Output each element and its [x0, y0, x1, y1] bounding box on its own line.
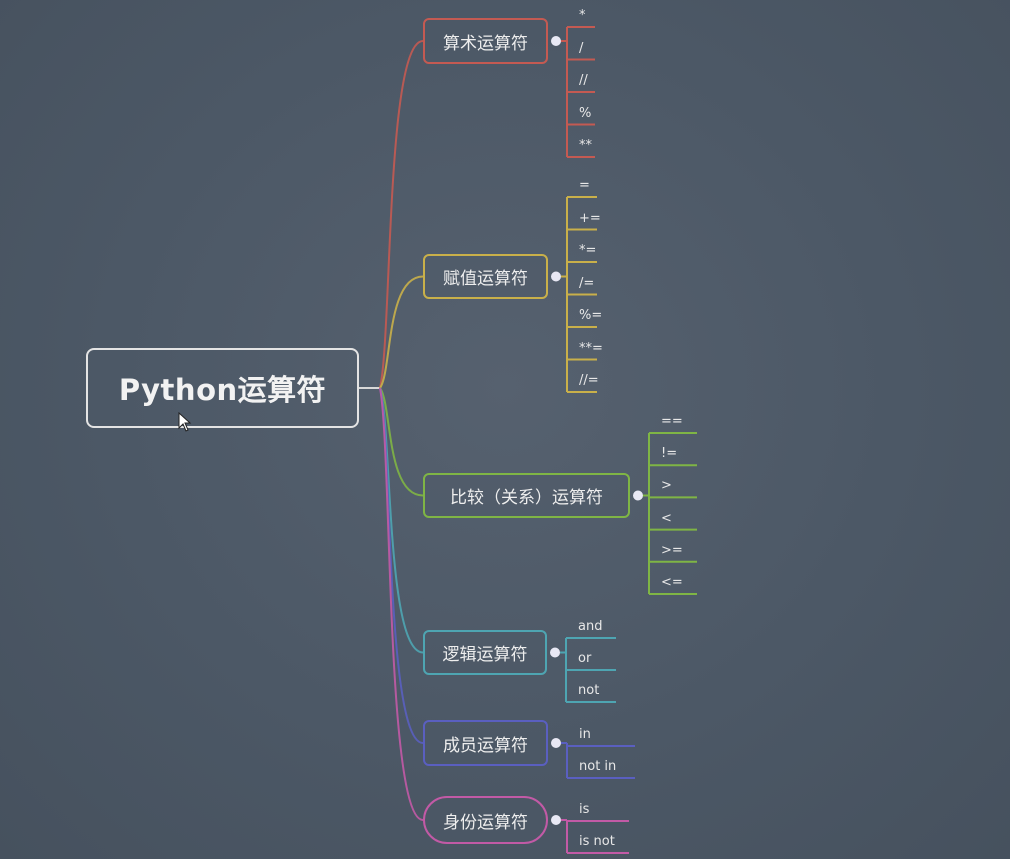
branch-node-identity[interactable]: 身份运算符 [423, 796, 548, 844]
branch-node-membership[interactable]: 成员运算符 [423, 720, 548, 766]
leaf-operator[interactable]: / [579, 41, 583, 56]
leaf-operator[interactable]: or [578, 651, 591, 666]
branch-node-label: 赋值运算符 [443, 269, 528, 289]
branch-node-label: 成员运算符 [443, 735, 528, 756]
leaf-operator[interactable]: = [579, 178, 590, 193]
leaf-operator[interactable]: % [579, 106, 591, 121]
leaf-operator[interactable]: < [661, 511, 672, 526]
branch-node-comparison[interactable]: 比较（关系）运算符 [423, 473, 630, 518]
branch-node-assignment[interactable]: 赋值运算符 [423, 254, 548, 299]
mindmap-canvas: Python运算符 算术运算符 * ///% ** 赋值运算符 = += *=/= %= **= /… [0, 0, 1010, 859]
branch-node-label: 身份运算符 [443, 812, 528, 833]
branch-node-label: 逻辑运算符 [442, 645, 528, 665]
leaf-operator[interactable]: is [579, 802, 589, 817]
branch-node-logical[interactable]: 逻辑运算符 [423, 630, 547, 675]
leaf-operator[interactable]: not [578, 683, 599, 698]
leaf-operator[interactable]: // [579, 73, 588, 88]
branch-node-label: 比较（关系）运算符 [450, 488, 603, 508]
branch-node-label: 算术运算符 [443, 33, 528, 54]
leaf-operator[interactable]: is not [579, 834, 615, 849]
leaf-operator[interactable]: //= [579, 373, 599, 388]
leaf-operator[interactable]: >= [661, 543, 683, 558]
leaf-operator[interactable]: and [578, 619, 602, 634]
leaf-operator[interactable]: *= [579, 243, 596, 258]
leaf-operator[interactable]: != [661, 446, 677, 461]
leaf-operator[interactable]: **= [579, 341, 603, 356]
root-node-python-operators[interactable]: Python运算符 [86, 348, 359, 428]
mouse-cursor-icon [178, 412, 192, 432]
leaf-operator[interactable]: not in [579, 759, 616, 774]
branch-node-arithmetic[interactable]: 算术运算符 [423, 18, 548, 64]
leaf-operator[interactable]: += [579, 211, 601, 226]
leaf-operator[interactable]: in [579, 727, 591, 742]
leaf-operator[interactable]: ** [579, 138, 592, 153]
leaf-operator[interactable]: %= [579, 308, 602, 323]
leaf-operator[interactable]: * [579, 8, 586, 23]
leaf-operator[interactable]: > [661, 478, 672, 493]
leaf-operator[interactable]: == [661, 414, 683, 429]
leaf-operator[interactable]: /= [579, 276, 594, 291]
root-node-label: Python运算符 [118, 373, 327, 407]
node-layer: Python运算符 算术运算符 * ///% ** 赋值运算符 = += *=/= %= **= /… [0, 0, 1010, 859]
leaf-operator[interactable]: <= [661, 575, 683, 590]
